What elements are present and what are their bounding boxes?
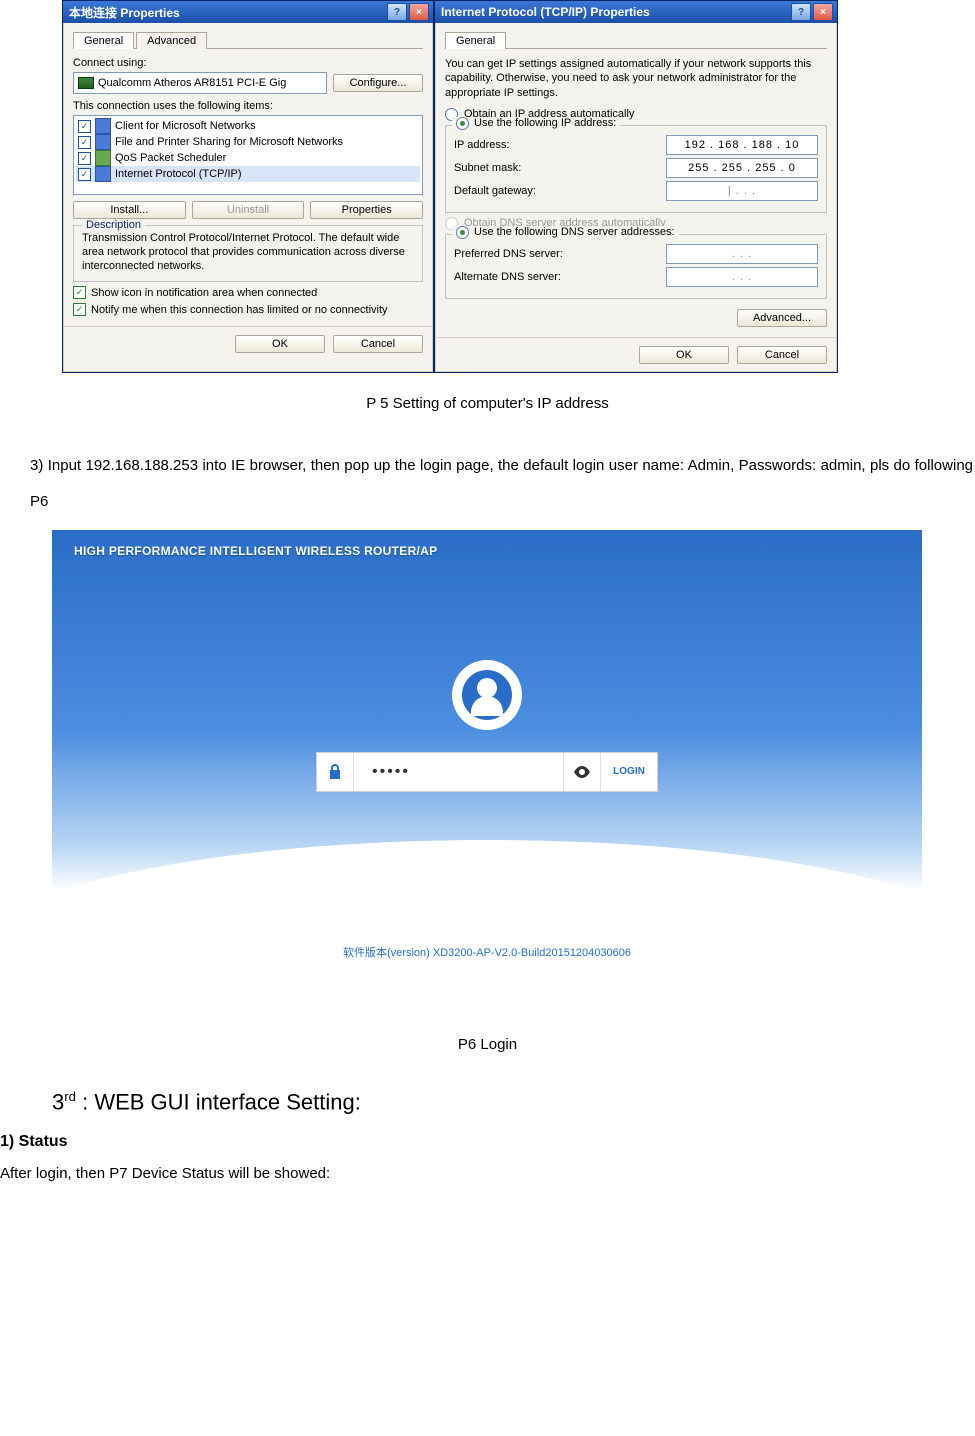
titlebar: Internet Protocol (TCP/IP) Properties ? … xyxy=(435,1,837,23)
checkbox-icon[interactable]: ✓ xyxy=(78,120,91,133)
heading-ordinal: rd xyxy=(64,1089,76,1104)
ok-button[interactable]: OK xyxy=(639,346,729,364)
components-list[interactable]: ✓ Client for Microsoft Networks ✓ File a… xyxy=(73,115,423,195)
uninstall-button: Uninstall xyxy=(192,201,305,219)
checkbox-icon[interactable]: ✓ xyxy=(73,286,86,299)
titlebar: 本地连接 Properties ? × xyxy=(63,1,433,23)
checkbox-label: Show icon in notification area when conn… xyxy=(91,287,317,299)
pref-dns-label: Preferred DNS server: xyxy=(454,248,666,260)
figure-caption-p6: P6 Login xyxy=(0,1036,975,1053)
alt-dns-label: Alternate DNS server: xyxy=(454,271,666,283)
xp-dialogs-row: 本地连接 Properties ? × General Advanced Con… xyxy=(62,0,975,373)
alt-dns-field[interactable]: . . . xyxy=(666,267,818,287)
cancel-button[interactable]: Cancel xyxy=(737,346,827,364)
subsection-status: 1) Status xyxy=(0,1133,975,1151)
advanced-button[interactable]: Advanced... xyxy=(737,309,827,327)
configure-button[interactable]: Configure... xyxy=(333,74,423,92)
nic-icon xyxy=(78,77,94,89)
install-button[interactable]: Install... xyxy=(73,201,186,219)
lock-icon xyxy=(317,753,354,791)
checkbox-label: Notify me when this connection has limit… xyxy=(91,304,388,316)
window-title: 本地连接 Properties xyxy=(69,4,180,21)
login-header: HIGH PERFORMANCE INTELLIGENT WIRELESS RO… xyxy=(74,544,437,558)
login-screenshot: HIGH PERFORMANCE INTELLIGENT WIRELESS RO… xyxy=(52,530,922,1000)
list-item[interactable]: ✓ Client for Microsoft Networks xyxy=(76,118,420,134)
list-item-label: QoS Packet Scheduler xyxy=(115,152,226,164)
section-heading: 3rd : WEB GUI interface Setting: xyxy=(52,1089,975,1115)
description-group: Description Transmission Control Protoco… xyxy=(73,225,423,282)
radio-icon[interactable] xyxy=(456,226,469,239)
intro-text: You can get IP settings assigned automat… xyxy=(445,57,827,100)
component-icon xyxy=(95,118,111,134)
radio-icon[interactable] xyxy=(456,117,469,130)
checkbox-icon[interactable]: ✓ xyxy=(78,136,91,149)
tabs: General xyxy=(445,31,827,49)
list-item[interactable]: ✓ QoS Packet Scheduler xyxy=(76,150,420,166)
dns-group: Use the following DNS server addresses: … xyxy=(445,234,827,299)
radio-label: Use the following IP address: xyxy=(474,117,616,129)
checkbox-icon[interactable]: ✓ xyxy=(73,303,86,316)
login-form: ••••• LOGIN xyxy=(316,752,658,792)
pref-dns-field[interactable]: . . . xyxy=(666,244,818,264)
figure-caption-p5: P 5 Setting of computer's IP address xyxy=(0,395,975,412)
status-text: After login, then P7 Device Status will … xyxy=(0,1165,975,1182)
step3-paragraph: 3) Input 192.168.188.253 into IE browser… xyxy=(30,448,973,520)
gateway-field[interactable]: | . . . xyxy=(666,181,818,201)
checkbox-icon[interactable]: ✓ xyxy=(78,168,91,181)
radio-label: Use the following DNS server addresses: xyxy=(474,226,675,238)
help-icon[interactable]: ? xyxy=(387,3,407,21)
subnet-field[interactable]: 255 . 255 . 255 . 0 xyxy=(666,158,818,178)
list-item-label: File and Printer Sharing for Microsoft N… xyxy=(115,136,343,148)
show-icon-checkbox[interactable]: ✓ Show icon in notification area when co… xyxy=(73,286,423,299)
checkbox-icon[interactable]: ✓ xyxy=(78,152,91,165)
description-title: Description xyxy=(82,219,145,231)
adapter-name: Qualcomm Atheros AR8151 PCI-E Gig xyxy=(98,77,286,89)
help-icon[interactable]: ? xyxy=(791,3,811,21)
component-icon xyxy=(95,134,111,150)
cancel-button[interactable]: Cancel xyxy=(333,335,423,353)
ip-group: Use the following IP address: IP address… xyxy=(445,125,827,213)
subnet-label: Subnet mask: xyxy=(454,162,666,174)
heading-num: 3 xyxy=(52,1089,64,1114)
component-icon xyxy=(95,166,111,182)
items-label: This connection uses the following items… xyxy=(73,100,423,112)
avatar-icon xyxy=(452,660,522,730)
list-item[interactable]: ✓ Internet Protocol (TCP/IP) xyxy=(76,166,420,182)
ip-address-field[interactable]: 192 . 168 . 188 . 10 xyxy=(666,135,818,155)
heading-rest: : WEB GUI interface Setting: xyxy=(76,1089,361,1114)
tcpip-properties-window: Internet Protocol (TCP/IP) Properties ? … xyxy=(434,0,838,373)
connect-using-label: Connect using: xyxy=(73,57,423,69)
tabs: General Advanced xyxy=(73,31,423,49)
login-button[interactable]: LOGIN xyxy=(601,753,657,791)
tab-advanced[interactable]: Advanced xyxy=(136,32,207,49)
ok-button[interactable]: OK xyxy=(235,335,325,353)
tab-general[interactable]: General xyxy=(445,32,506,49)
local-connection-properties-window: 本地连接 Properties ? × General Advanced Con… xyxy=(62,0,434,373)
close-icon[interactable]: × xyxy=(409,3,429,21)
version-footer: 软件版本(version) XD3200-AP-V2.0-Build201512… xyxy=(52,944,922,960)
ip-address-label: IP address: xyxy=(454,139,666,151)
notify-checkbox[interactable]: ✓ Notify me when this connection has lim… xyxy=(73,303,423,316)
password-field[interactable]: ••••• xyxy=(364,753,564,791)
properties-button[interactable]: Properties xyxy=(310,201,423,219)
window-title: Internet Protocol (TCP/IP) Properties xyxy=(441,5,650,19)
adapter-field[interactable]: Qualcomm Atheros AR8151 PCI-E Gig xyxy=(73,72,327,94)
tab-general[interactable]: General xyxy=(73,32,134,49)
show-password-icon[interactable] xyxy=(564,753,601,791)
close-icon[interactable]: × xyxy=(813,3,833,21)
component-icon xyxy=(95,150,111,166)
list-item[interactable]: ✓ File and Printer Sharing for Microsoft… xyxy=(76,134,420,150)
list-item-label: Client for Microsoft Networks xyxy=(115,120,256,132)
gateway-label: Default gateway: xyxy=(454,185,666,197)
description-text: Transmission Control Protocol/Internet P… xyxy=(82,232,414,273)
list-item-label: Internet Protocol (TCP/IP) xyxy=(115,168,242,180)
